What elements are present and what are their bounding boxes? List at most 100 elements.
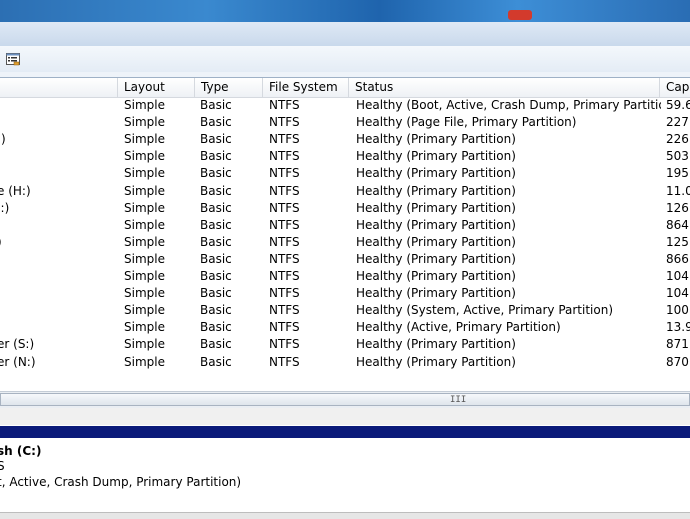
pane-splitter[interactable] [0,408,690,426]
cell-file-system: NTFS [269,320,300,335]
table-row[interactable]: :) Simple Basic NTFS Healthy (Primary Partit… [0,131,690,148]
column-header-type[interactable]: Type [195,78,263,97]
cell-layout: Simple [124,337,165,352]
cell-layout: Simple [124,98,165,112]
disk-detail-pane: sh (C:) S t, Active, Crash Dump, Primary… [0,425,690,518]
cell-volume [0,97,115,114]
cell-file-system: NTFS [269,354,300,369]
cell-volume [0,251,115,268]
cell-status: Healthy (Primary Partition) [356,200,516,215]
scrollbar-grip: III [450,395,467,405]
column-header-file-system[interactable]: File System [263,78,349,97]
cell-status: Healthy (Primary Partition) [356,217,516,232]
table-row[interactable]: ) Simple Basic NTFS Healthy (Primary Partiti… [0,234,690,251]
cell-capacity: 104.4 [666,286,690,301]
cell-volume: ) [0,234,115,251]
cell-volume [0,217,115,234]
cell-volume [0,114,115,131]
cell-file-system: NTFS [269,217,300,232]
cell-file-system: NTFS [269,337,300,352]
table-row[interactable]: Simple Basic NTFS Healthy (Boot, Active, Cr… [0,97,690,114]
cell-file-system: NTFS [269,303,300,318]
table-row[interactable]: e (H:) Simple Basic NTFS Healthy (Primary Pa… [0,183,690,200]
cell-layout: Simple [124,183,165,198]
cell-layout: Simple [124,200,165,215]
cell-volume [0,285,115,302]
cell-type: Basic [200,132,232,147]
cell-layout: Simple [124,166,165,181]
cell-file-system: NTFS [269,149,300,164]
cell-layout: Simple [124,217,165,232]
cell-status: Healthy (Page File, Primary Partition) [356,115,577,130]
column-header-layout[interactable]: Layout [118,78,195,97]
table-row[interactable]: Simple Basic NTFS Healthy (Primary Partitio… [0,165,690,182]
column-header-volume[interactable] [0,78,118,97]
cell-type: Basic [200,337,232,352]
cell-volume: :) [0,132,6,147]
table-row[interactable]: er (S:) Simple Basic NTFS Healthy (Primary P… [0,336,690,353]
cell-type: Basic [200,286,232,301]
table-row[interactable]: Simple Basic NTFS Healthy (System, Active, … [0,302,690,319]
cell-status: Healthy (Primary Partition) [356,251,516,266]
cell-volume: J:) [0,200,10,215]
cell-layout: Simple [124,251,165,266]
cell-capacity: 104.4 [666,269,690,283]
cell-volume [0,319,115,336]
cell-status: Healthy (Primary Partition) [356,166,516,181]
table-row[interactable]: Simple Basic NTFS Healthy (Active, Primary … [0,319,690,336]
partition-volume-name: sh (C:) [0,444,42,458]
cell-capacity: 126.3 [666,200,690,215]
cell-status: Healthy (Primary Partition) [356,269,516,283]
properties-list-icon[interactable] [4,50,22,68]
cell-capacity: 870.5 [666,354,690,369]
cell-status: Healthy (Boot, Active, Crash Dump, Prima… [356,98,661,112]
desktop-background [0,0,690,22]
column-header-status[interactable]: Status [349,78,660,97]
cell-volume [0,302,115,319]
cell-capacity: 871.8 [666,337,690,352]
cell-capacity: 13.98 [666,320,690,335]
desktop-decoration [508,10,532,20]
cell-volume: er (S:) [0,337,35,352]
horizontal-scrollbar-thumb[interactable]: III [0,393,690,406]
cell-type: Basic [200,166,232,181]
volume-list-header: Layout Type File System Status Capa [0,78,690,98]
cell-status: Healthy (Primary Partition) [356,354,516,369]
cell-file-system: NTFS [269,269,300,283]
cell-layout: Simple [124,354,165,369]
table-row[interactable]: Simple Basic NTFS Healthy (Primary Partitio… [0,285,690,302]
cell-status: Healthy (Primary Partition) [356,149,516,164]
cell-capacity: 864.7 [666,217,690,232]
cell-type: Basic [200,354,232,369]
partition-status: t, Active, Crash Dump, Primary Partition… [0,475,242,489]
table-row[interactable]: Simple Basic NTFS Healthy (Primary Partitio… [0,268,690,285]
column-header-capacity[interactable]: Capa [660,78,690,97]
table-row[interactable]: J:) Simple Basic NTFS Healthy (Primary Parti… [0,200,690,217]
cell-layout: Simple [124,269,165,283]
cell-type: Basic [200,217,232,232]
partition-file-system: S [0,459,5,473]
cell-volume [0,165,115,182]
cell-capacity: 100 I [666,303,690,318]
table-row[interactable]: Simple Basic NTFS Healthy (Primary Partitio… [0,251,690,268]
cell-file-system: NTFS [269,200,300,215]
cell-type: Basic [200,320,232,335]
table-row[interactable]: er (N:) Simple Basic NTFS Healthy (Primary P… [0,354,690,371]
cell-type: Basic [200,98,232,112]
cell-type: Basic [200,251,232,266]
table-row[interactable]: Simple Basic NTFS Healthy (Primary Partitio… [0,148,690,165]
cell-status: Healthy (Active, Primary Partition) [356,320,561,335]
cell-status: Healthy (Primary Partition) [356,234,516,249]
horizontal-scrollbar[interactable]: III [0,391,690,409]
cell-status: Healthy (Primary Partition) [356,337,516,352]
disk-partition-bar[interactable] [0,426,690,438]
toolbar [0,46,690,73]
cell-type: Basic [200,183,232,198]
table-row[interactable]: Simple Basic NTFS Healthy (Page File, Prima… [0,114,690,131]
cell-file-system: NTFS [269,115,300,130]
cell-capacity: 227.8 [666,115,690,130]
cell-file-system: NTFS [269,132,300,147]
cell-volume: er (N:) [0,354,36,369]
cell-volume [0,268,115,285]
table-row[interactable]: Simple Basic NTFS Healthy (Primary Partitio… [0,217,690,234]
